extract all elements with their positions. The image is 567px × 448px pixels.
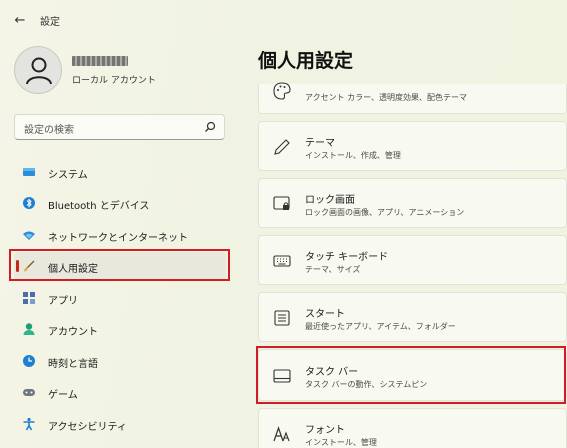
sidebar-item-label: ネットワークとインターネット bbox=[48, 233, 188, 244]
settings-card-touch-keyboard[interactable]: タッチ キーボード テーマ、サイズ bbox=[258, 235, 567, 285]
sidebar-item-time-language[interactable]: 時刻と言語 bbox=[14, 347, 226, 375]
user-name-redacted bbox=[72, 56, 128, 66]
pen-icon bbox=[274, 139, 290, 155]
time-language-icon bbox=[23, 355, 35, 367]
sidebar-item-label: システム bbox=[48, 170, 88, 181]
card-title: テーマ bbox=[305, 138, 335, 149]
settings-card-lock-screen[interactable]: ロック画面 ロック画面の画像、アプリ、アニメーション bbox=[258, 178, 567, 228]
back-arrow-icon[interactable]: ← bbox=[10, 10, 30, 30]
sidebar-item-accessibility[interactable]: アクセシビリティ bbox=[14, 410, 226, 438]
highlight-box-personalization bbox=[9, 249, 230, 281]
settings-card-colors[interactable]: アクセント カラー、透明度効果、配色テーマ bbox=[258, 82, 567, 114]
search-placeholder: 設定の検索 bbox=[24, 125, 74, 136]
sidebar-item-label: アクセシビリティ bbox=[48, 422, 127, 433]
accounts-icon bbox=[23, 323, 35, 335]
palette-icon bbox=[273, 82, 291, 100]
card-title: フォント bbox=[305, 425, 345, 436]
card-title: ロック画面 bbox=[305, 195, 355, 206]
start-icon bbox=[274, 310, 290, 326]
settings-card-themes[interactable]: テーマ インストール、作成、管理 bbox=[258, 121, 567, 171]
sidebar-item-accounts[interactable]: アカウント bbox=[14, 315, 226, 343]
accessibility-icon bbox=[23, 417, 35, 431]
settings-card-fonts[interactable]: フォント インストール、管理 bbox=[258, 408, 567, 448]
search-icon[interactable] bbox=[204, 121, 216, 133]
sidebar-item-label: Bluetooth とデバイス bbox=[48, 201, 150, 212]
avatar[interactable] bbox=[14, 46, 62, 94]
apps-icon bbox=[23, 292, 35, 304]
card-title: タッチ キーボード bbox=[305, 252, 389, 263]
sidebar-item-label: アカウント bbox=[48, 327, 98, 338]
gaming-icon bbox=[23, 389, 35, 396]
settings-card-start[interactable]: スタート 最近使ったアプリ、アイテム、フォルダー bbox=[258, 292, 567, 342]
sidebar-item-network[interactable]: ネットワークとインターネット bbox=[14, 221, 226, 249]
sidebar-item-label: 時刻と言語 bbox=[48, 359, 98, 370]
search-input[interactable]: 設定の検索 bbox=[14, 114, 225, 140]
user-icon bbox=[26, 57, 52, 85]
card-title: スタート bbox=[305, 309, 345, 320]
user-profile[interactable]: ローカル アカウント bbox=[14, 46, 234, 98]
page-title: 個人用設定 bbox=[258, 50, 354, 72]
card-subtitle: インストール、管理 bbox=[305, 438, 377, 447]
highlight-box-taskbar bbox=[256, 346, 566, 404]
sidebar-item-label: ゲーム bbox=[48, 390, 78, 401]
card-subtitle: アクセント カラー、透明度効果、配色テーマ bbox=[305, 93, 468, 102]
lock-screen-icon bbox=[273, 196, 290, 210]
sidebar-item-bluetooth[interactable]: Bluetooth とデバイス bbox=[14, 189, 226, 217]
card-subtitle: インストール、作成、管理 bbox=[305, 151, 401, 160]
sidebar-item-system[interactable]: システム bbox=[14, 158, 226, 186]
app-title: 設定 bbox=[40, 17, 60, 28]
card-subtitle: ロック画面の画像、アプリ、アニメーション bbox=[305, 208, 465, 217]
title-bar: ← 設定 bbox=[0, 0, 567, 38]
sidebar-item-apps[interactable]: アプリ bbox=[14, 284, 226, 312]
sidebar-item-label: アプリ bbox=[48, 296, 78, 307]
fonts-icon bbox=[273, 426, 290, 442]
account-type: ローカル アカウント bbox=[72, 76, 156, 86]
sidebar-item-gaming[interactable]: ゲーム bbox=[14, 378, 226, 406]
keyboard-icon bbox=[273, 255, 291, 267]
network-icon bbox=[23, 231, 35, 240]
card-subtitle: 最近使ったアプリ、アイテム、フォルダー bbox=[305, 322, 456, 331]
system-icon bbox=[23, 168, 35, 176]
bluetooth-icon bbox=[23, 197, 35, 209]
card-subtitle: テーマ、サイズ bbox=[305, 265, 361, 274]
